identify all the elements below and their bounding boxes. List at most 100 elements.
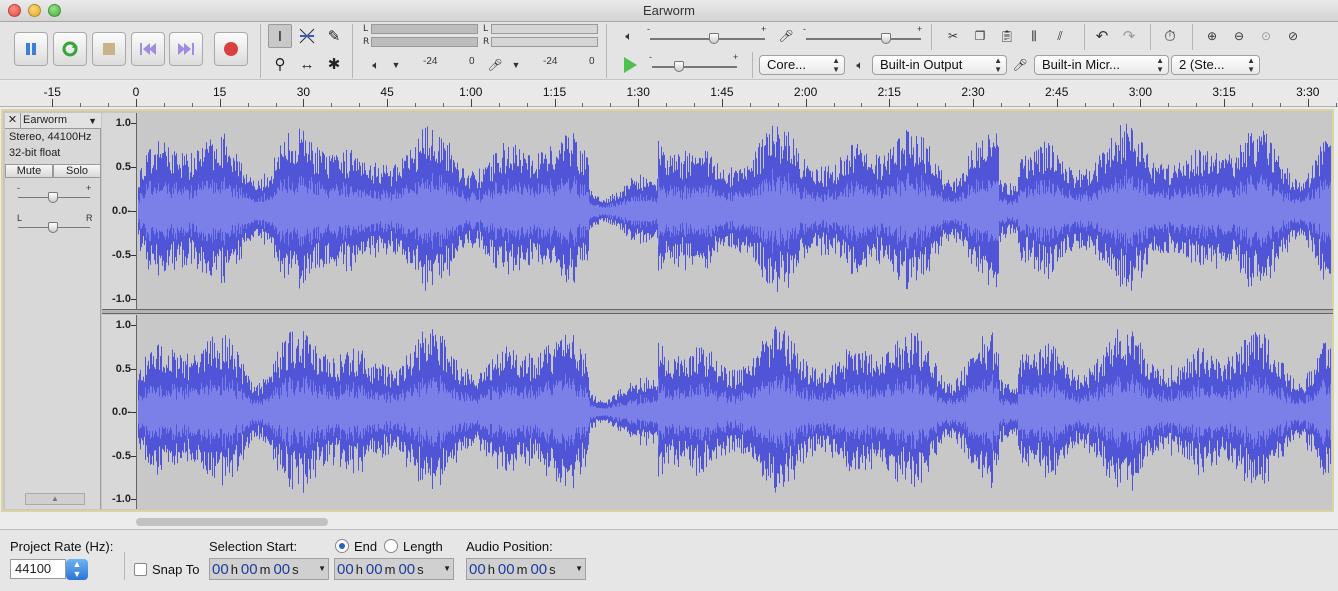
trim-button[interactable]: ⫼ [1024, 26, 1044, 46]
cut-button[interactable]: ✂ [943, 26, 963, 46]
copy-button[interactable]: ❐ [970, 26, 990, 46]
ruler-minor-tick [582, 103, 584, 107]
window-close-button[interactable] [8, 4, 21, 17]
project-rate-input[interactable]: 44100 [10, 559, 66, 579]
end-m-unit: m [384, 562, 396, 577]
time-format-arrow-icon[interactable]: ▼ [443, 559, 451, 579]
gain-thumb[interactable] [48, 192, 58, 203]
selection-tool[interactable]: I [268, 24, 292, 48]
sync-lock-button[interactable]: ⏱ [1160, 26, 1180, 46]
start-hours: 00 [212, 561, 229, 578]
mute-button[interactable]: Mute [5, 164, 53, 178]
time-shift-tool[interactable]: ↔ [295, 52, 319, 76]
audio-position-time[interactable]: 00 h 00 m 00 s ▼ [466, 558, 586, 580]
output-volume-thumb[interactable] [709, 33, 719, 44]
collapse-track-button[interactable]: ▲ [25, 493, 85, 505]
output-device-select[interactable]: Built-in Output ▲ ▼ [872, 55, 1007, 75]
input-channels-value: 2 (Ste... [1179, 57, 1225, 72]
skip-end-button[interactable] [169, 32, 203, 66]
redo-button[interactable]: ↷ [1119, 26, 1139, 46]
pause-button[interactable] [14, 32, 48, 66]
play-speed-slider[interactable] [652, 66, 737, 68]
ruler-minor-tick [917, 103, 919, 107]
end-seconds: 00 [398, 561, 416, 578]
track-close-button[interactable]: ✕ [5, 113, 21, 129]
scale-label: -1.0 [112, 493, 131, 505]
zoom-out-button[interactable]: ⊖ [1229, 26, 1249, 46]
track-menu-arrow-icon[interactable]: ▼ [88, 116, 97, 126]
play-meter-left[interactable] [491, 24, 598, 34]
record-meter-left-label: L [363, 24, 369, 34]
solo-button[interactable]: Solo [53, 164, 101, 178]
timeline-ruler[interactable]: -15 0 15 30 45 1:00 1:15 1:30 1:45 2:00 2:15 2:30 2:… [0, 81, 1338, 107]
time-format-arrow-icon[interactable]: ▼ [318, 559, 326, 579]
selection-start-time[interactable]: 00 h 00 m 00 s ▼ [209, 558, 329, 580]
undo-button[interactable]: ↶ [1092, 26, 1112, 46]
waveform-left-channel[interactable] [138, 113, 1331, 309]
ruler-major-tick [470, 99, 472, 107]
stop-button[interactable] [92, 32, 126, 66]
play-meter-right-label: R [483, 37, 490, 47]
title-bar: Earworm [0, 0, 1338, 22]
draw-tool[interactable]: ✎ [322, 24, 346, 48]
input-volume-thumb[interactable] [881, 33, 891, 44]
input-volume-slider[interactable] [806, 38, 921, 40]
silence-button[interactable]: ⫽ [1050, 26, 1070, 46]
snap-to-checkbox[interactable] [134, 563, 147, 576]
fit-project-button[interactable]: ⊘ [1283, 26, 1303, 46]
record-meter-menu-icon[interactable]: ▼ [506, 55, 526, 75]
copy-icon: ❐ [974, 29, 986, 43]
ruler-minor-tick [1084, 103, 1086, 107]
ruler-major-tick [889, 99, 891, 107]
waveform-right-channel[interactable] [138, 315, 1331, 509]
track-panel: ✕ Earworm ▼ Stereo, 44100Hz 32-bit float… [1, 109, 1334, 512]
horizontal-scrollbar-thumb[interactable] [136, 518, 328, 526]
zoom-tool[interactable]: ⚲ [268, 52, 292, 76]
record-meter-left[interactable] [371, 24, 478, 34]
ruler-major-tick [219, 99, 221, 107]
output-volume-slider[interactable] [650, 38, 765, 40]
play-icon [624, 57, 637, 73]
ruler-label: 2:00 [793, 85, 818, 99]
window-minimize-button[interactable] [28, 4, 41, 17]
input-channels-select[interactable]: 2 (Ste... ▲ ▼ [1171, 55, 1260, 75]
pan-left-label: L [17, 213, 23, 223]
record-icon [224, 42, 238, 56]
ruler-label: 1:15 [542, 85, 567, 99]
end-radio[interactable] [335, 539, 349, 553]
input-device-select[interactable]: Built-in Micr... ▲ ▼ [1034, 55, 1169, 75]
paste-button[interactable]: 📋︎ [997, 26, 1017, 46]
vertical-scale-right[interactable]: 1.0 0.5 0.0- -0.5 -1.0 [102, 315, 137, 509]
play-meter-menu-icon[interactable]: ▼ [386, 55, 406, 75]
ruler-label: 3:15 [1212, 85, 1236, 99]
play-meter-right[interactable] [491, 37, 598, 47]
loop-play-button[interactable] [53, 32, 87, 66]
multi-tool[interactable]: ✱ [322, 52, 346, 76]
record-meter-right[interactable] [371, 37, 478, 47]
scale-tick [131, 123, 136, 124]
length-radio[interactable] [384, 539, 398, 553]
play-at-speed-button[interactable] [619, 54, 641, 76]
pan-right-label: R [86, 213, 93, 223]
time-format-arrow-icon[interactable]: ▼ [575, 559, 583, 579]
ruler-label: 45 [380, 85, 394, 99]
project-rate-stepper[interactable]: ▲ ▼ [66, 559, 88, 580]
play-speed-thumb[interactable] [674, 61, 684, 72]
zoom-in-button[interactable]: ⊕ [1202, 26, 1222, 46]
audio-host-select[interactable]: Core... ▲ ▼ [759, 55, 845, 75]
envelope-tool[interactable] [295, 24, 319, 48]
pan-thumb[interactable] [48, 222, 58, 233]
pos-seconds: 00 [530, 561, 548, 578]
skip-start-button[interactable] [131, 32, 165, 66]
ruler-label: -15 [43, 85, 61, 99]
selection-end-time[interactable]: 00 h 00 m 00 s ▼ [334, 558, 454, 580]
gain-minus: - [17, 183, 20, 193]
ruler-major-tick [638, 99, 640, 107]
gain-plus: + [86, 183, 92, 193]
vertical-scale-left[interactable]: 1.0 0.5 0.0- -0.5 -1.0 [102, 113, 137, 309]
track-name[interactable]: Earworm [23, 114, 67, 126]
ruler-minor-tick [861, 103, 863, 107]
fit-selection-button[interactable]: ⊙ [1256, 26, 1276, 46]
record-button[interactable] [214, 32, 248, 66]
window-maximize-button[interactable] [48, 4, 61, 17]
